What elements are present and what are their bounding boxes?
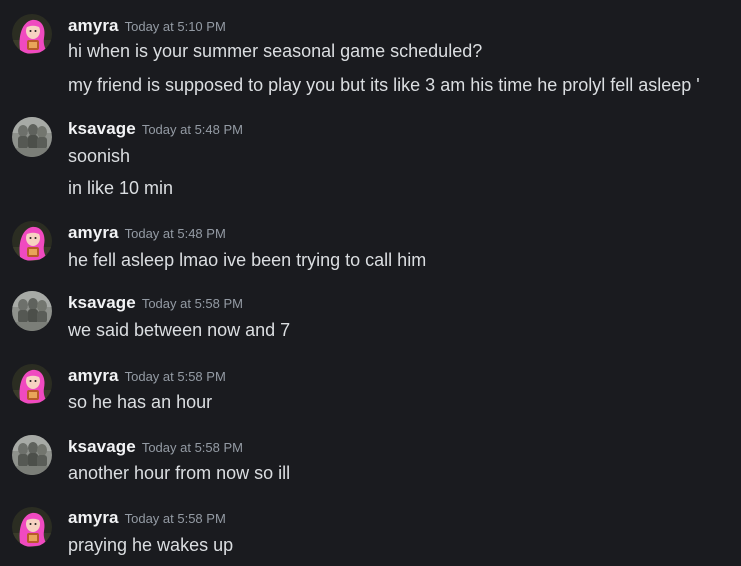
avatar[interactable] (12, 117, 52, 157)
timestamp: Today at 5:58 PM (124, 369, 226, 384)
timestamp: Today at 5:48 PM (124, 226, 226, 241)
message-header: amyra Today at 5:58 PM (68, 366, 226, 387)
message-header: amyra Today at 5:10 PM (68, 16, 226, 37)
username[interactable]: ksavage (68, 119, 136, 138)
message-text: we said between now and 7 (68, 320, 291, 340)
message-text: he fell asleep lmao ive been trying to c… (68, 250, 427, 270)
avatar[interactable] (12, 364, 52, 404)
message-text: soonish (68, 146, 131, 166)
message-text: praying he wakes up (68, 535, 234, 555)
message-header: amyra Today at 5:48 PM (68, 223, 226, 244)
message-text: in like 10 min (68, 178, 174, 198)
avatar[interactable] (12, 507, 52, 547)
message-text: another hour from now so ill (68, 463, 291, 483)
username[interactable]: amyra (68, 508, 119, 527)
avatar[interactable] (12, 221, 52, 261)
message-text: so he has an hour (68, 392, 213, 412)
message-header: ksavage Today at 5:58 PM (68, 437, 243, 458)
pink-haired-character-avatar-icon (12, 364, 52, 404)
pink-haired-character-avatar-icon (12, 507, 52, 547)
gray-photo-avatar-icon (12, 435, 52, 475)
username[interactable]: ksavage (68, 293, 136, 312)
message-header: ksavage Today at 5:58 PM (68, 293, 243, 314)
pink-haired-character-avatar-icon (12, 221, 52, 261)
avatar[interactable] (12, 14, 52, 54)
timestamp: Today at 5:48 PM (141, 122, 243, 137)
timestamp: Today at 5:58 PM (124, 511, 226, 526)
gray-photo-avatar-icon (12, 291, 52, 331)
timestamp: Today at 5:58 PM (141, 296, 243, 311)
avatar[interactable] (12, 435, 52, 475)
pink-haired-character-avatar-icon (12, 14, 52, 54)
username[interactable]: amyra (68, 223, 119, 242)
message-text: hi when is your summer seasonal game sch… (68, 41, 483, 61)
username[interactable]: amyra (68, 366, 119, 385)
message-header: amyra Today at 5:58 PM (68, 508, 226, 529)
username[interactable]: amyra (68, 16, 119, 35)
timestamp: Today at 5:58 PM (141, 440, 243, 455)
avatar[interactable] (12, 291, 52, 331)
username[interactable]: ksavage (68, 437, 136, 456)
gray-photo-avatar-icon (12, 117, 52, 157)
timestamp: Today at 5:10 PM (124, 19, 226, 34)
message-header: ksavage Today at 5:48 PM (68, 119, 243, 140)
message-text: my friend is supposed to play you but it… (68, 75, 700, 95)
